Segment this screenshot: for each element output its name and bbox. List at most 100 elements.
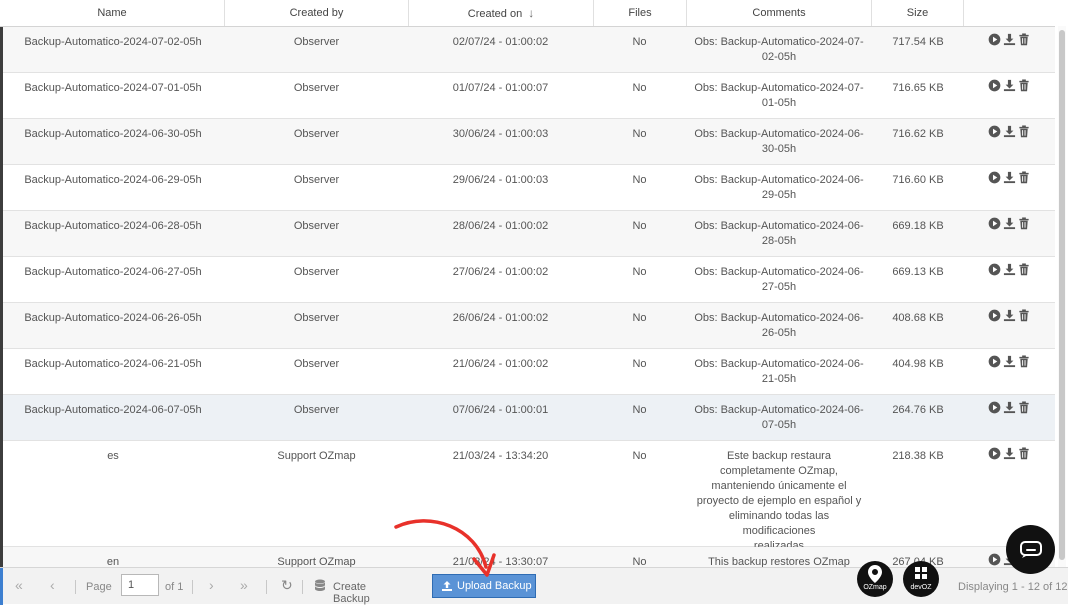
devoz-logo[interactable]: devOZ	[903, 561, 939, 597]
trash-icon[interactable]	[1017, 401, 1031, 415]
trash-icon[interactable]	[1017, 79, 1031, 93]
refresh-icon[interactable]: ↻	[281, 577, 293, 594]
play-circle-icon[interactable]	[987, 217, 1001, 231]
double-chevron-right-icon[interactable]: »	[240, 577, 248, 593]
table-row[interactable]: Backup-Automatico-2024-07-02-05h Observer…	[3, 27, 1055, 73]
table-row[interactable]: Backup-Automatico-2024-06-29-05h Observer…	[3, 165, 1055, 211]
vertical-scrollbar[interactable]	[1058, 26, 1066, 567]
cell-files: No	[632, 556, 647, 567]
download-icon[interactable]	[1002, 125, 1016, 139]
cell-name: Backup-Automatico-2024-06-26-05h	[24, 312, 202, 324]
trash-icon[interactable]	[1017, 309, 1031, 323]
row-actions	[987, 401, 1033, 415]
table-row[interactable]: Backup-Automatico-2024-06-27-05h Observer…	[3, 257, 1055, 303]
col-header-actions	[964, 0, 1055, 26]
col-header-files[interactable]: Files	[594, 0, 687, 26]
cell-name: es	[107, 450, 119, 462]
displaying-count: Displaying 1 - 12 of 12	[958, 581, 1068, 593]
col-header-comments[interactable]: Comments	[687, 0, 872, 26]
cell-created-by: Observer	[293, 220, 340, 232]
trash-icon[interactable]	[1017, 263, 1031, 277]
play-circle-icon[interactable]	[987, 263, 1001, 277]
cell-files: No	[632, 266, 647, 278]
page-number-input[interactable]	[121, 574, 159, 596]
table-row[interactable]: Backup-Automatico-2024-06-28-05h Observer…	[3, 211, 1055, 257]
cell-created-on: 30/06/24 - 01:00:03	[452, 128, 549, 140]
download-icon[interactable]	[1002, 401, 1016, 415]
table-row[interactable]: Backup-Automatico-2024-06-07-05h Observer…	[3, 395, 1055, 441]
cell-comments: This backup restores OZmapcompletely, le…	[691, 555, 867, 567]
trash-icon[interactable]	[1017, 33, 1031, 47]
chat-icon	[1020, 541, 1042, 558]
comment-line: Obs: Backup-Automatico-2024-06-	[694, 312, 864, 324]
table-row[interactable]: Backup-Automatico-2024-06-26-05h Observer…	[3, 303, 1055, 349]
table-row[interactable]: es Support OZmap 21/03/24 - 13:34:20 No Este…	[3, 441, 1055, 552]
row-actions	[987, 263, 1033, 277]
col-header-created-on-label: Created on	[467, 8, 523, 20]
download-icon[interactable]	[1002, 447, 1016, 461]
grid-header: Name Created by Created on ↓ Files Commen…	[0, 0, 1055, 27]
play-circle-icon[interactable]	[987, 355, 1001, 369]
table-row[interactable]: Backup-Automatico-2024-06-30-05h Observer…	[3, 119, 1055, 165]
cell-created-on: 28/06/24 - 01:00:02	[452, 220, 549, 232]
table-row[interactable]: en Support OZmap 21/03/24 - 13:30:07 No This…	[3, 547, 1055, 567]
download-icon[interactable]	[1002, 171, 1016, 185]
download-icon[interactable]	[1002, 355, 1016, 369]
table-row[interactable]: Backup-Automatico-2024-06-21-05h Observer…	[3, 349, 1055, 395]
play-circle-icon[interactable]	[987, 401, 1001, 415]
play-circle-icon[interactable]	[987, 171, 1001, 185]
trash-icon[interactable]	[1017, 447, 1031, 461]
cell-comments: Obs: Backup-Automatico-2024-06- 28-05h	[691, 219, 867, 249]
play-circle-icon[interactable]	[987, 553, 1001, 567]
ozmap-logo[interactable]: OZmap	[857, 561, 893, 597]
col-header-created-by[interactable]: Created by	[225, 0, 409, 26]
cell-created-by: Observer	[293, 36, 340, 48]
cell-files: No	[632, 128, 647, 140]
comment-line: 28-05h	[761, 235, 797, 247]
trash-icon[interactable]	[1017, 125, 1031, 139]
comment-line: Obs: Backup-Automatico-2024-07-	[694, 82, 864, 94]
backup-grid: Backup-Automatico-2024-07-02-05h Observer…	[3, 27, 1055, 567]
chevron-right-icon[interactable]: ›	[209, 577, 214, 593]
col-header-created-on[interactable]: Created on ↓	[409, 0, 594, 26]
play-circle-icon[interactable]	[987, 309, 1001, 323]
comment-line: Obs: Backup-Automatico-2024-06-	[694, 404, 864, 416]
cell-created-by: Observer	[293, 358, 340, 370]
chat-button[interactable]	[1006, 525, 1055, 574]
cell-comments: Obs: Backup-Automatico-2024-06- 27-05h	[691, 265, 867, 295]
trash-icon[interactable]	[1017, 171, 1031, 185]
download-icon[interactable]	[1002, 33, 1016, 47]
devoz-mark-icon	[915, 567, 927, 579]
trash-icon[interactable]	[1017, 217, 1031, 231]
play-circle-icon[interactable]	[987, 447, 1001, 461]
download-icon[interactable]	[1002, 79, 1016, 93]
scrollbar-thumb[interactable]	[1059, 30, 1065, 560]
col-header-name[interactable]: Name	[0, 0, 225, 26]
download-icon[interactable]	[1002, 217, 1016, 231]
cell-created-by: Observer	[293, 312, 340, 324]
play-circle-icon[interactable]	[987, 79, 1001, 93]
cell-size: 716.60 KB	[892, 174, 944, 186]
cell-size: 404.98 KB	[892, 358, 944, 370]
trash-icon[interactable]	[1017, 355, 1031, 369]
ozmap-logo-text: OZmap	[863, 584, 887, 591]
double-chevron-left-icon[interactable]: «	[15, 577, 23, 593]
chevron-left-icon[interactable]: ‹	[50, 577, 55, 593]
comment-line: 26-05h	[761, 327, 797, 339]
play-circle-icon[interactable]	[987, 125, 1001, 139]
download-icon[interactable]	[1002, 309, 1016, 323]
table-row[interactable]: Backup-Automatico-2024-07-01-05h Observer…	[3, 73, 1055, 119]
page-count-label: of 1	[165, 581, 184, 593]
comment-line: Obs: Backup-Automatico-2024-06-	[694, 128, 864, 140]
toolbar-accent	[0, 568, 3, 605]
cell-name: Backup-Automatico-2024-06-07-05h	[24, 404, 202, 416]
row-actions	[987, 171, 1033, 185]
cell-comments: Este backup restaura completamente OZmap,…	[691, 449, 867, 554]
comment-line: 30-05h	[761, 143, 797, 155]
row-actions	[987, 447, 1033, 461]
download-icon[interactable]	[1002, 263, 1016, 277]
play-circle-icon[interactable]	[987, 33, 1001, 47]
cell-files: No	[632, 82, 647, 94]
col-header-size[interactable]: Size	[872, 0, 964, 26]
cell-files: No	[632, 220, 647, 232]
